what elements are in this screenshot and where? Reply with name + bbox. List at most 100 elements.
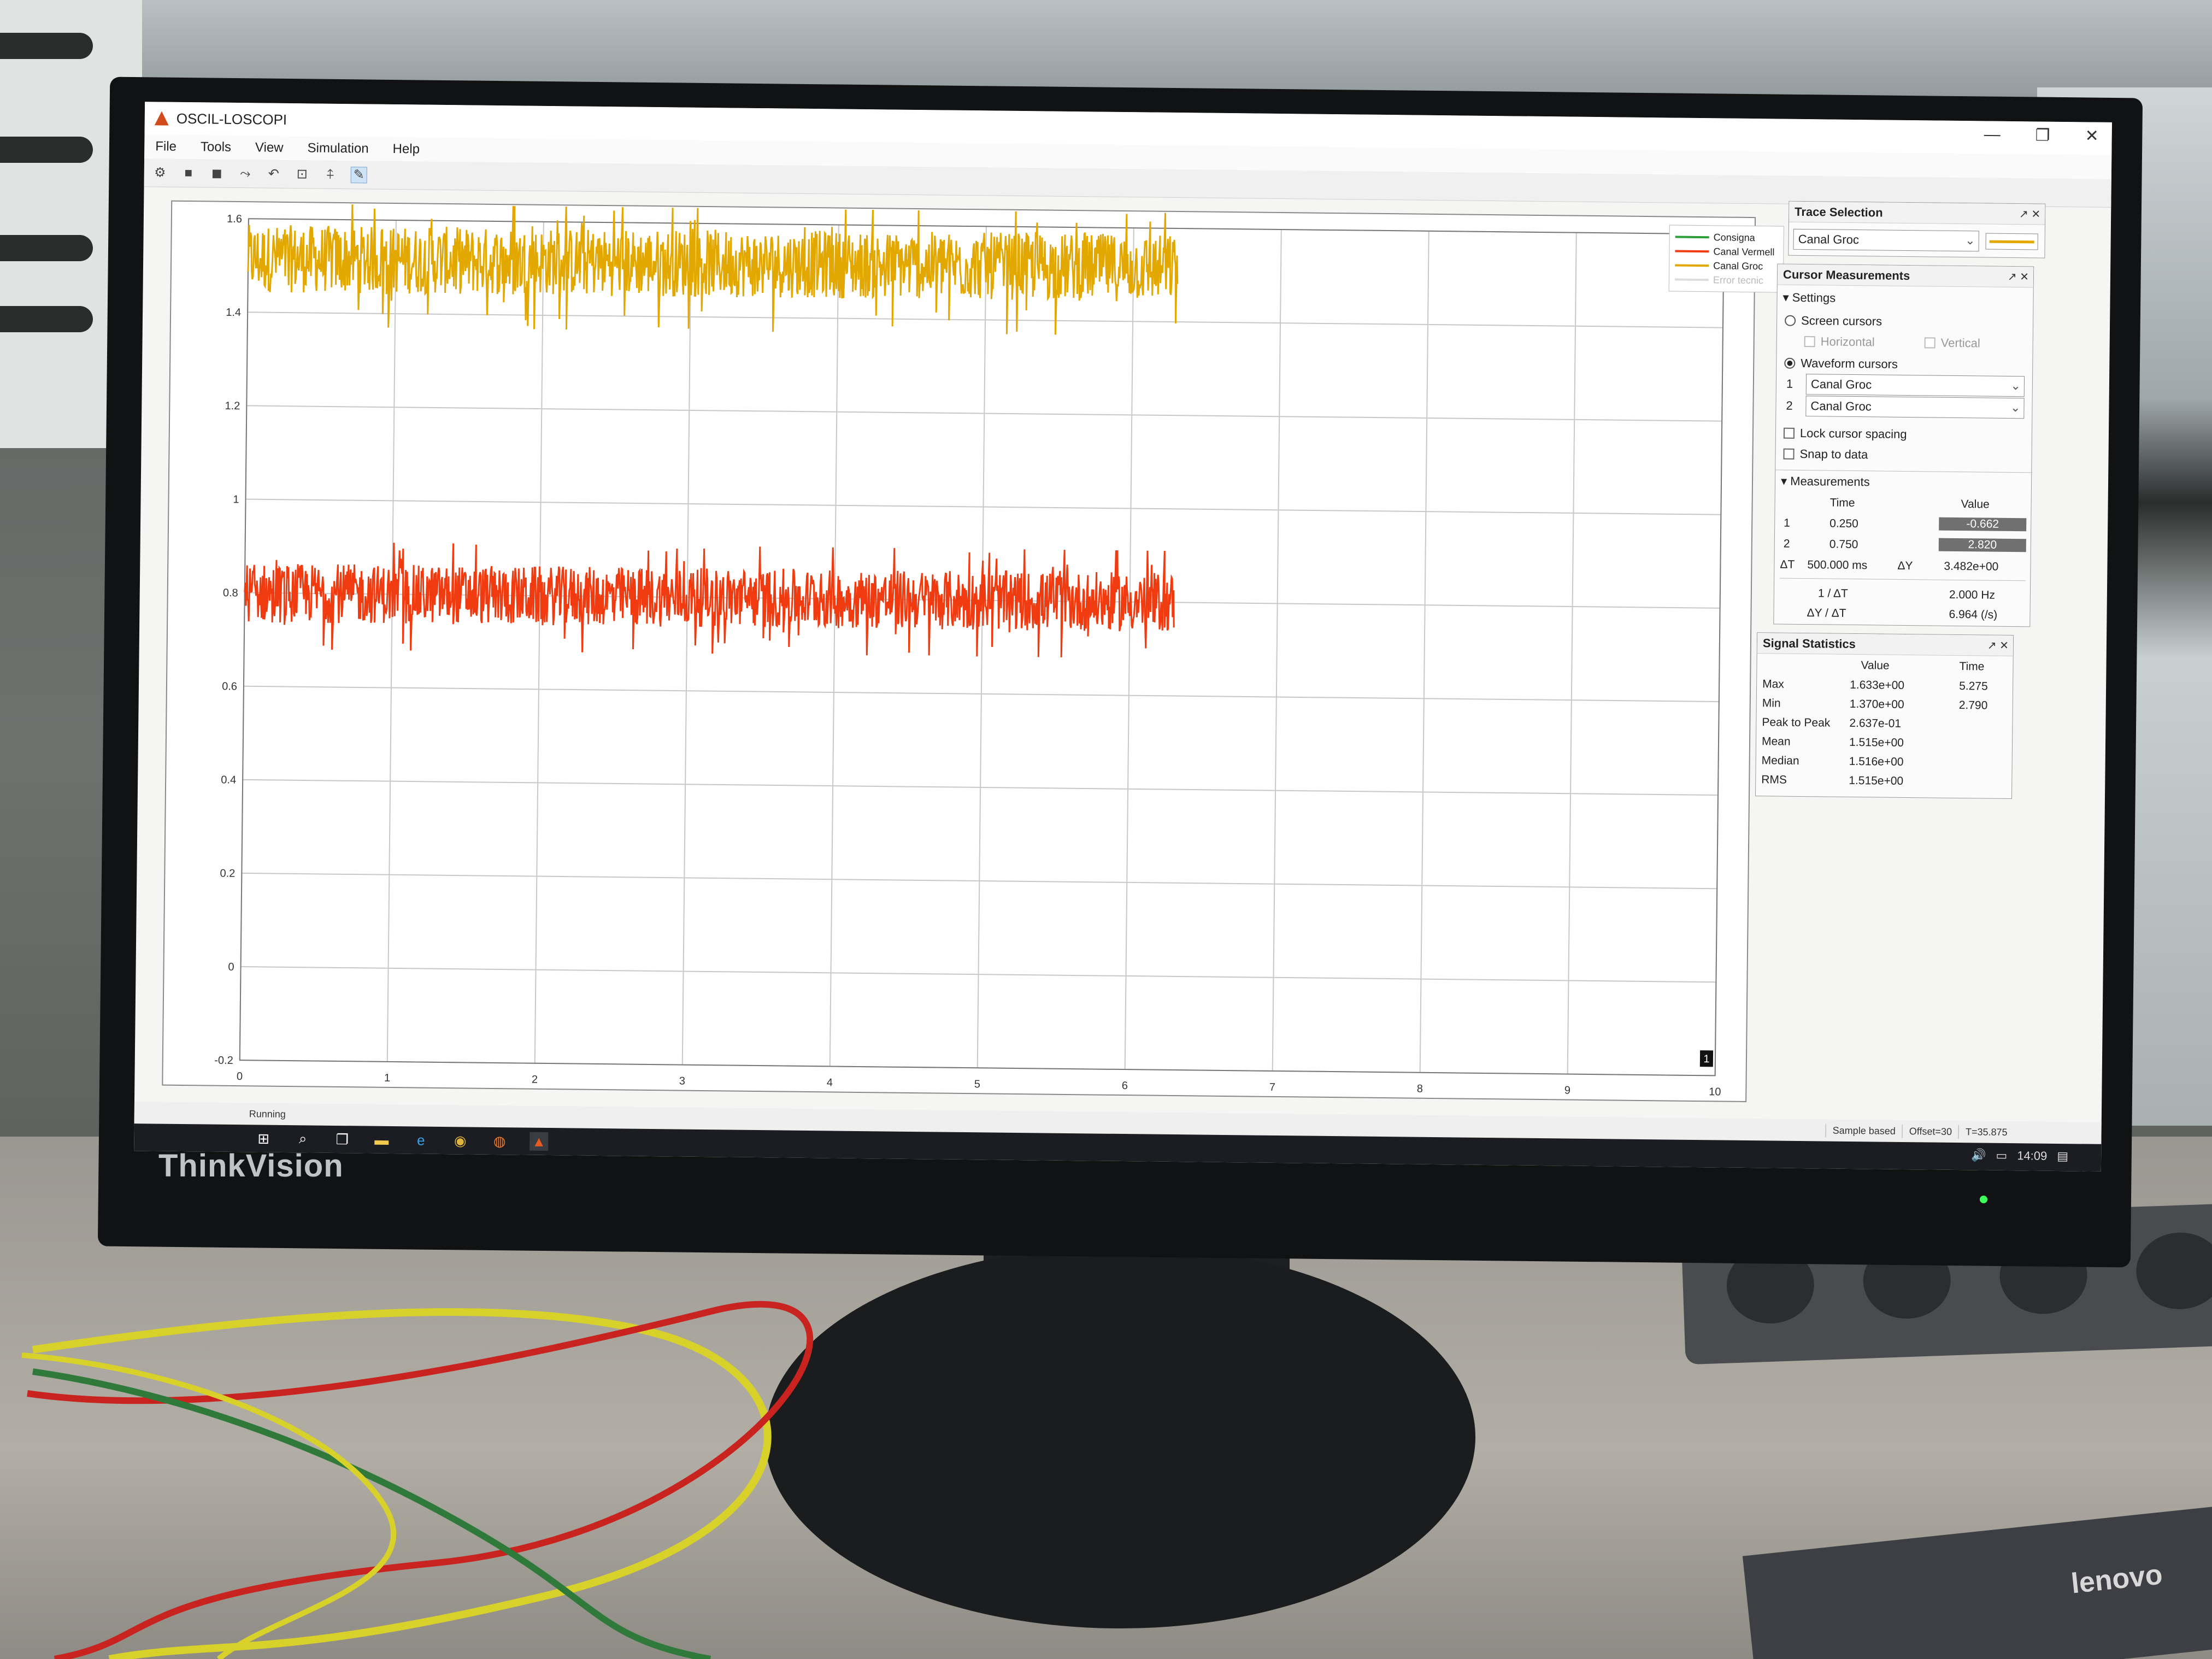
firefox-icon[interactable]: ◍: [490, 1132, 509, 1150]
record-icon[interactable]: ◼: [209, 165, 225, 181]
stats-label: Min: [1762, 697, 1781, 710]
waveform-cursors-option[interactable]: Waveform cursors: [1784, 356, 1898, 372]
y-tick-label: 1.4: [226, 307, 241, 319]
matlab-taskbar-icon[interactable]: ▲: [530, 1132, 549, 1151]
y-tick-label: 1.2: [225, 400, 240, 412]
chrome-icon[interactable]: ◉: [451, 1131, 469, 1150]
taskbar-clock[interactable]: 14:09: [2017, 1149, 2047, 1163]
grid-line-x: [1567, 232, 1577, 1074]
checkbox-vertical[interactable]: [1924, 337, 1935, 349]
y-tick-label: -0.2: [214, 1055, 233, 1067]
x-tick-label: 1: [384, 1072, 390, 1084]
horizontal-label: Horizontal: [1820, 334, 1875, 349]
row2-value: 2.820: [1938, 538, 2026, 552]
power-led: [1980, 1196, 1987, 1203]
inv-dt-value: 2.000 Hz: [1949, 588, 1996, 602]
panel-close-icon[interactable]: ↗ ✕: [2019, 207, 2040, 221]
file-explorer-icon[interactable]: ▬: [372, 1131, 391, 1149]
menu-help[interactable]: Help: [392, 142, 420, 157]
stats-value: 1.633e+00: [1850, 678, 1905, 692]
edge-icon[interactable]: e: [411, 1131, 430, 1149]
search-icon[interactable]: ⌕: [293, 1129, 312, 1148]
grid-line-x: [534, 221, 544, 1063]
volume-icon[interactable]: 🔊: [1971, 1148, 1986, 1162]
network-icon[interactable]: ▭: [1996, 1149, 2007, 1163]
grid-line-x: [829, 225, 839, 1067]
screen-cursors-option[interactable]: Screen cursors: [1785, 314, 1882, 329]
legend-item-consigna: Consigna: [1675, 230, 1778, 245]
legend-item-canal-vermell: Canal Vermell: [1675, 244, 1778, 260]
stats-time: 2.790: [1958, 699, 1988, 712]
grid-line-x: [1419, 231, 1429, 1073]
panel-title: Cursor Measurements ↗ ✕: [1777, 264, 2034, 288]
legend-label: Canal Vermell: [1713, 245, 1775, 257]
grid-line-x: [976, 226, 987, 1068]
measure-icon[interactable]: ✎: [350, 166, 367, 183]
checkbox-snap-to-data[interactable]: [1783, 448, 1795, 460]
vertical-option[interactable]: Vertical: [1924, 336, 1980, 350]
stats-value: 1.370e+00: [1849, 697, 1904, 711]
snap-to-data-option[interactable]: Snap to data: [1783, 447, 1868, 462]
cursor2-trace-select[interactable]: Canal Groc ⌄: [1805, 396, 2025, 419]
legend-label: Error tecnic: [1713, 274, 1764, 286]
legend-item-canal-groc: Canal Groc: [1675, 258, 1778, 274]
status-sample-based: Sample based: [1825, 1123, 1902, 1138]
close-button[interactable]: ✕: [2085, 126, 2099, 145]
menu-simulation[interactable]: Simulation: [307, 140, 368, 156]
row1-value: -0.662: [1939, 517, 2027, 532]
horizontal-option[interactable]: Horizontal: [1804, 334, 1875, 349]
legend[interactable]: Consigna Canal Vermell Canal Groc Error …: [1668, 225, 1784, 293]
chevron-down-icon: ⌄: [2010, 378, 2021, 393]
stats-label: Median: [1761, 754, 1799, 767]
system-tray: 🔊 ▭ 14:09 ▤: [1971, 1148, 2068, 1163]
checkbox-horizontal[interactable]: [1804, 336, 1815, 348]
panel-close-icon[interactable]: ↗ ✕: [2008, 270, 2029, 284]
task-view-icon[interactable]: ❐: [333, 1130, 351, 1149]
status-offset: Offset=30: [1902, 1124, 1959, 1139]
trace-selection-title: Trace Selection: [1795, 204, 1883, 220]
menu-file[interactable]: File: [155, 139, 177, 154]
maximize-button[interactable]: ❐: [2035, 126, 2050, 145]
x-tick-label: 5: [974, 1078, 980, 1090]
trace-color-swatch: [1985, 233, 2038, 250]
checkbox-lock-spacing[interactable]: [1783, 427, 1795, 439]
cursor1-trace-select[interactable]: Canal Groc ⌄: [1805, 374, 2025, 397]
col-value-header: Value: [1961, 498, 1990, 511]
windows-start-icon[interactable]: ⊞: [254, 1129, 273, 1148]
menu-tools[interactable]: Tools: [201, 139, 231, 155]
stats-label: RMS: [1761, 773, 1787, 786]
trace-select[interactable]: Canal Groc ⌄: [1793, 228, 1979, 252]
x-tick-label: 9: [1564, 1085, 1570, 1097]
panel-close-icon[interactable]: ↗ ✕: [1987, 639, 2009, 652]
zoom-fit-icon[interactable]: ⊡: [294, 166, 310, 183]
lock-spacing-option[interactable]: Lock cursor spacing: [1783, 426, 1907, 442]
legend-label: Canal Groc: [1713, 260, 1763, 272]
signal-statistics-title: Signal Statistics: [1762, 636, 1856, 651]
radio-waveform-cursors[interactable]: [1784, 357, 1796, 369]
y-tick-label: 0.8: [223, 587, 238, 599]
cursor-marker-1-label: 1: [1703, 1053, 1709, 1065]
menu-view[interactable]: View: [255, 140, 284, 156]
cursor-measurements-title: Cursor Measurements: [1782, 267, 1910, 283]
stats-value: 1.515e+00: [1849, 774, 1904, 787]
notifications-icon[interactable]: ▤: [2057, 1149, 2068, 1163]
radio-screen-cursors[interactable]: [1785, 315, 1796, 326]
chevron-down-icon: ⌄: [2010, 400, 2021, 415]
trace-selection-panel: Trace Selection ↗ ✕ Canal Groc ⌄: [1788, 201, 2046, 258]
panel-title: Signal Statistics ↗ ✕: [1757, 633, 2014, 657]
signal-statistics-panel: Signal Statistics ↗ ✕ Value Time Max 1.63…: [1755, 632, 2014, 799]
back-icon[interactable]: ↶: [266, 166, 282, 182]
y-tick-label: 0.6: [222, 680, 237, 692]
probe-cables: [21, 1301, 813, 1659]
settings-section[interactable]: ▾ Settings: [1782, 291, 1836, 305]
stop-icon[interactable]: ■: [180, 164, 197, 181]
dy-dt-value: 6.964 (/s): [1949, 608, 1998, 621]
cursor1-label: 1: [1786, 376, 1793, 391]
settings-icon[interactable]: ⚙: [152, 164, 168, 181]
scope-plot[interactable]: 0 1 2 3 4 5 6 7 8 9 10 -0.2 0 0.2 0.4 0.6 0.8 1 1.2 1.4 1.6 1…: [162, 200, 1784, 1102]
lock-spacing-label: Lock cursor spacing: [1799, 426, 1907, 442]
minimize-button[interactable]: —: [1984, 125, 2000, 144]
signal-icon[interactable]: ⤳: [237, 165, 254, 181]
measurements-section[interactable]: ▾ Measurements: [1781, 474, 1870, 490]
cursor-icon[interactable]: ⍏: [322, 166, 339, 183]
